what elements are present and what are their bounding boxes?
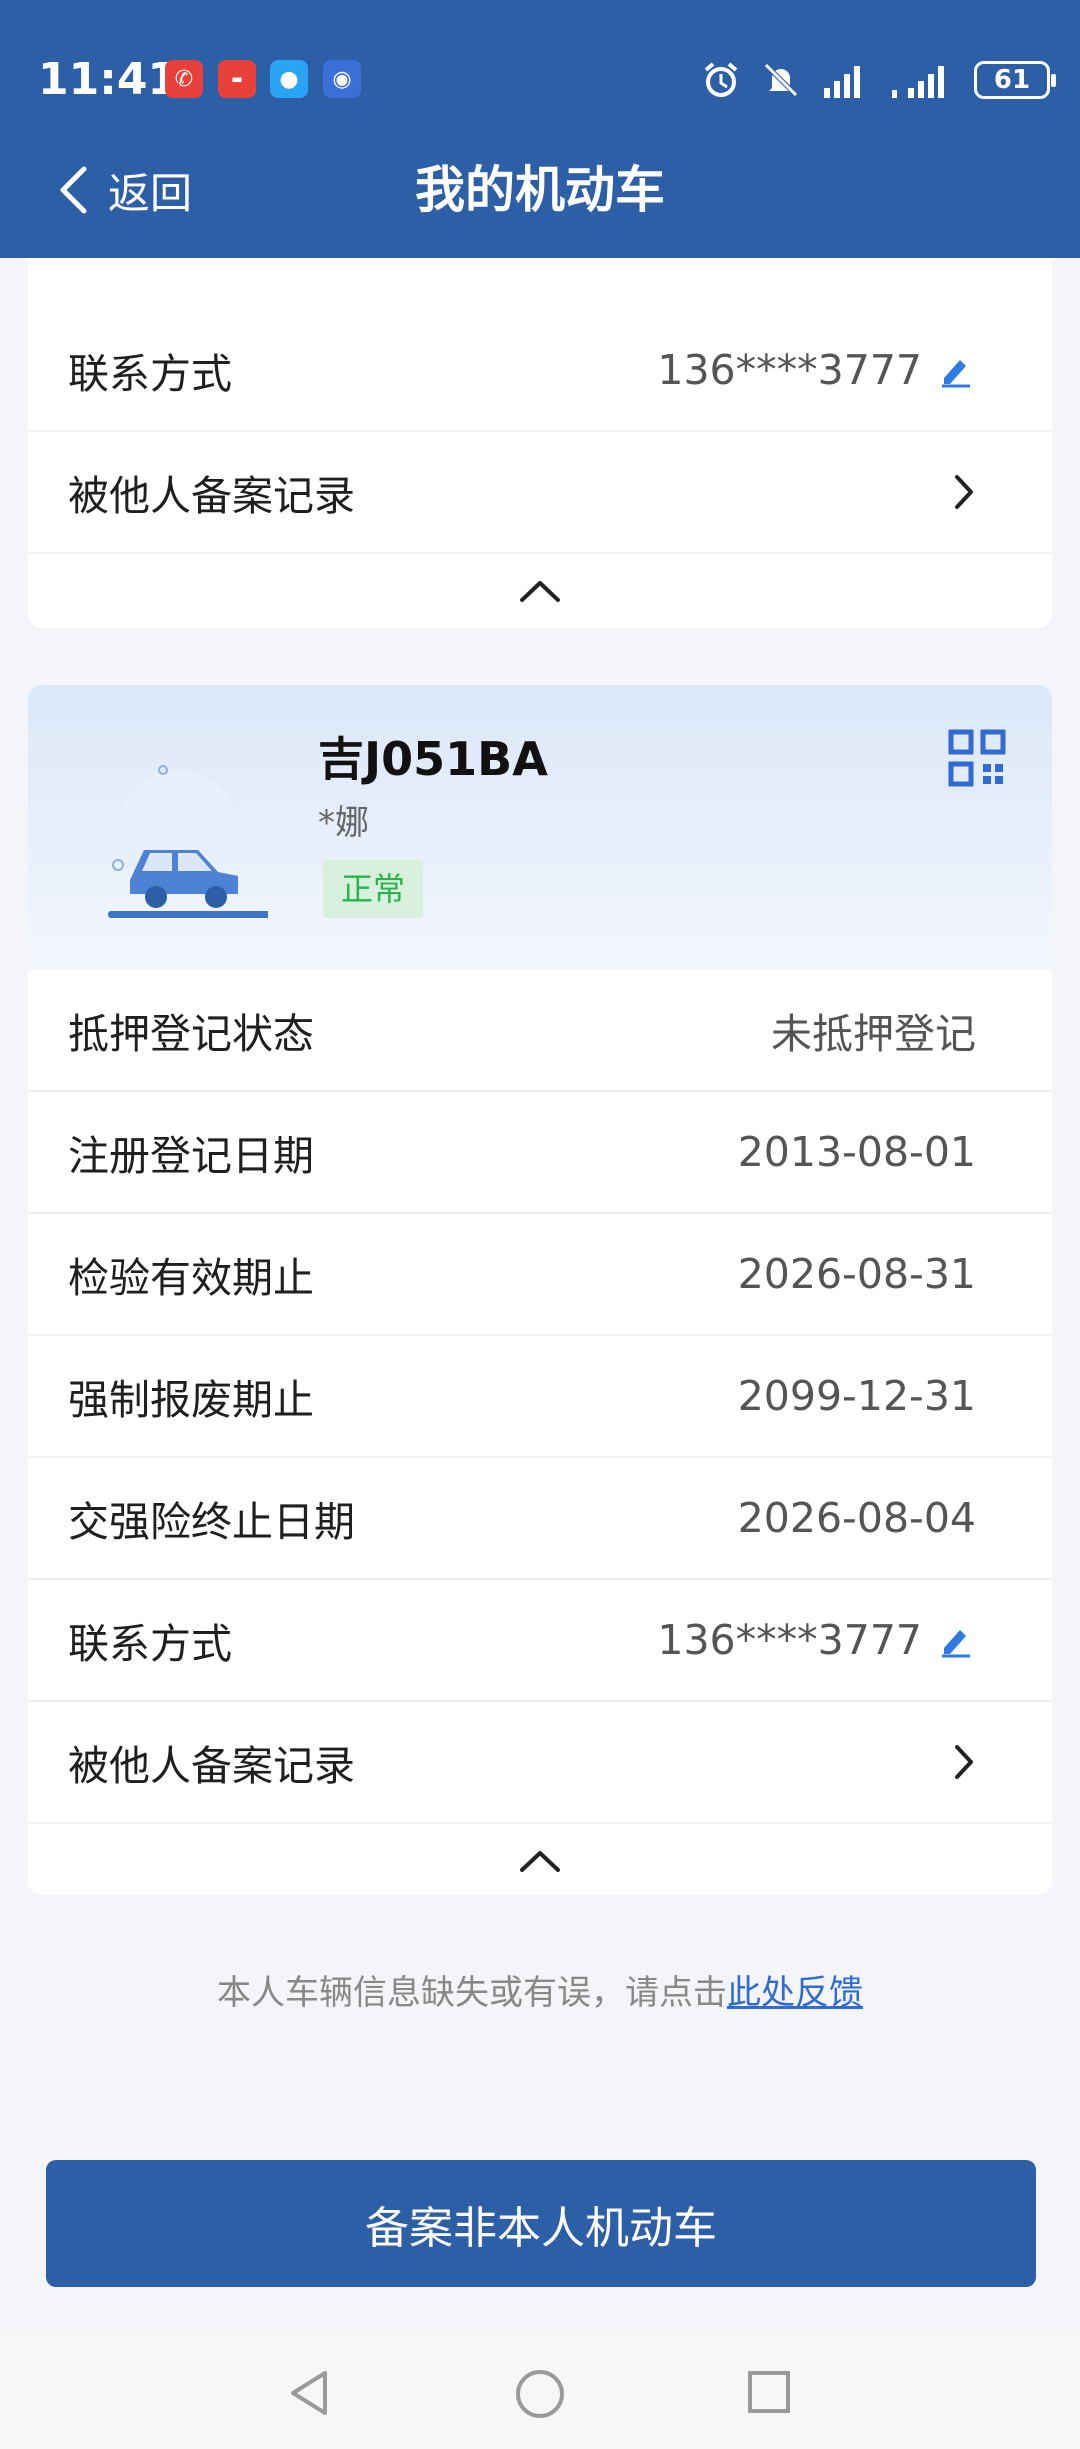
page-title: 我的机动车 xyxy=(415,161,665,219)
system-nav-bar xyxy=(0,2330,1080,2449)
row-label: 注册登记日期 xyxy=(68,1132,314,1180)
battery-icon: 61 xyxy=(974,61,1056,99)
status-bar: 11:41 ✆ ▬ ● ◉ 61 xyxy=(0,50,1080,110)
row-label: 强制报废期止 xyxy=(68,1376,314,1424)
signal-icon-2 xyxy=(892,66,944,98)
feedback-link[interactable]: 此处反馈 xyxy=(727,1973,863,2013)
row-value: 2026-08-31 xyxy=(737,1250,976,1298)
row-value: 2013-08-01 xyxy=(737,1128,976,1176)
contact-row[interactable]: 联系方式 136****3777 xyxy=(28,1580,1052,1702)
battery-level: 61 xyxy=(993,65,1031,95)
collapse-toggle[interactable] xyxy=(28,554,1052,628)
vehicle-card-previous: 联系方式 136****3777 被他人备案记录 xyxy=(28,258,1052,628)
app-header: 11:41 ✆ ▬ ● ◉ 61 返回 我的机动车 xyxy=(0,0,1080,258)
row-value: 2099-12-31 xyxy=(737,1372,976,1420)
mute-icon xyxy=(764,63,798,97)
nav-back-icon[interactable] xyxy=(285,2368,333,2418)
row-label: 联系方式 xyxy=(68,1620,232,1668)
chevron-right-icon xyxy=(955,1745,973,1779)
chevron-right-icon xyxy=(955,475,973,509)
qr-code-icon[interactable] xyxy=(948,729,1006,787)
inspection-row: 检验有效期止 2026-08-31 xyxy=(28,1214,1052,1336)
message-icon: ● xyxy=(270,60,308,98)
nav-home-icon[interactable] xyxy=(513,2368,567,2422)
row-value: 未抵押登记 xyxy=(771,1010,976,1058)
vehicle-header: 吉J051BA *娜 正常 xyxy=(28,685,1052,970)
contact-row[interactable]: 联系方式 136****3777 xyxy=(28,310,1052,432)
collapse-toggle[interactable] xyxy=(28,1824,1052,1895)
contact-phone: 136****3777 xyxy=(657,1616,922,1664)
row-label: 联系方式 xyxy=(68,350,232,398)
row-value: 2026-08-04 xyxy=(737,1494,976,1542)
nav-recent-icon[interactable] xyxy=(745,2368,793,2418)
car-icon xyxy=(108,765,268,918)
contact-phone: 136****3777 xyxy=(657,346,922,394)
plate-number: 吉J051BA xyxy=(318,732,548,786)
row-label: 抵押登记状态 xyxy=(68,1010,314,1058)
nav-bar: 返回 我的机动车 xyxy=(0,150,1080,230)
row-label: 被他人备案记录 xyxy=(68,472,355,520)
app-icon: ◉ xyxy=(323,60,361,98)
register-date-row: 注册登记日期 2013-08-01 xyxy=(28,1092,1052,1214)
edit-icon[interactable] xyxy=(936,1620,976,1660)
chevron-up-icon xyxy=(520,1851,560,1872)
filing-record-row[interactable]: 被他人备案记录 xyxy=(28,432,1052,554)
huawei-app-icon: ▬ xyxy=(218,60,256,98)
row-label: 交强险终止日期 xyxy=(68,1498,355,1546)
chevron-up-icon xyxy=(520,581,560,602)
insurance-row: 交强险终止日期 2026-08-04 xyxy=(28,1458,1052,1580)
feedback-text: 本人车辆信息缺失或有误，请点击此处反馈 xyxy=(0,1965,1080,2014)
vehicle-card: 吉J051BA *娜 正常 抵押登记状态 未抵押登记 注册登记日期 2013-0… xyxy=(28,685,1052,1895)
register-other-vehicle-button[interactable]: 备案非本人机动车 xyxy=(46,2160,1036,2287)
scrap-date-row: 强制报废期止 2099-12-31 xyxy=(28,1336,1052,1458)
row-label: 检验有效期止 xyxy=(68,1254,314,1302)
status-time: 11:41 xyxy=(38,54,179,105)
edit-icon[interactable] xyxy=(936,350,976,390)
owner-name: *娜 xyxy=(318,803,369,843)
status-badge: 正常 xyxy=(323,860,424,918)
row-label: 被他人备案记录 xyxy=(68,1742,355,1790)
signal-icon xyxy=(824,66,860,98)
filing-record-row[interactable]: 被他人备案记录 xyxy=(28,1702,1052,1824)
phone-missed-icon: ✆ xyxy=(165,60,203,98)
mortgage-row: 抵押登记状态 未抵押登记 xyxy=(28,970,1052,1092)
feedback-prompt: 本人车辆信息缺失或有误，请点击 xyxy=(217,1973,727,2013)
alarm-icon xyxy=(704,62,738,97)
